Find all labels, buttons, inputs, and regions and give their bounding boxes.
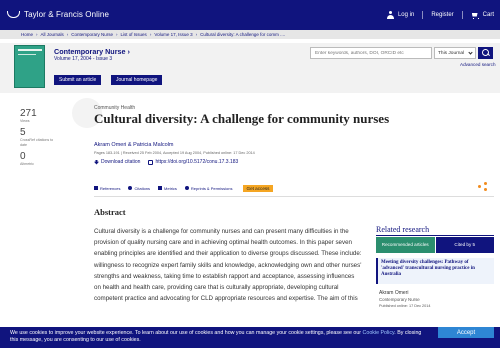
search-input[interactable] [310, 47, 432, 59]
breadcrumb-volume[interactable]: Volume 17, Issue 3 [154, 32, 192, 37]
doi-label: https://doi.org/10.5172/conu.17.3.183 [155, 159, 239, 165]
breadcrumb-home[interactable]: Home [21, 32, 33, 37]
cookie-banner: We use cookies to improve your website e… [0, 327, 500, 348]
journal-title-text: Contemporary Nurse [54, 47, 126, 56]
reprints-icon [184, 186, 189, 190]
search-scope-select[interactable]: This Journal [434, 47, 476, 59]
tab-references[interactable]: References [94, 186, 120, 191]
related-tabs: Recommended articles Cited by 5 [376, 237, 494, 253]
related-article-title[interactable]: Meeting diversity challenges: Pathway of… [381, 260, 491, 278]
breadcrumb-all-journals[interactable]: All Journals [41, 32, 64, 37]
breadcrumb-label: Home [21, 32, 34, 37]
abstract-heading: Abstract [94, 207, 126, 217]
cookie-policy-link[interactable]: Cookie Policy [363, 330, 395, 336]
divider [422, 11, 424, 19]
download-citation-link[interactable]: Download citation [94, 159, 140, 165]
journal-homepage-button[interactable]: Journal homepage [111, 75, 163, 85]
breadcrumb-label: Contemporary Nurse [71, 32, 114, 37]
related-research-heading: Related research [376, 225, 430, 234]
breadcrumb-label: All Journals [40, 32, 64, 37]
login-label: Log in [397, 12, 415, 18]
abstract-text: Cultural diversity is a challenge for co… [94, 228, 362, 303]
divider [461, 11, 463, 19]
accept-cookies-button[interactable]: Accept [438, 327, 494, 338]
tab-label: References [100, 185, 121, 191]
account-actions: Log in Register Cart [386, 11, 494, 19]
tab-label: Metrics [164, 185, 177, 191]
breadcrumb-label: List of Issues [120, 32, 147, 37]
cart-link[interactable]: Cart [471, 12, 494, 19]
register-label: Register [431, 12, 454, 18]
chevron-right-icon: › [66, 32, 69, 37]
breadcrumb-label: Volume 17, Issue 3 [154, 32, 193, 37]
cart-icon [471, 12, 479, 19]
views-count: 271 [20, 108, 37, 119]
tab-citations[interactable]: Citations [128, 186, 150, 191]
chevron-right-icon: › [149, 32, 152, 37]
related-article-details: Akram Omeri Contemporary Nurse Published… [376, 287, 494, 311]
download-citation-label: Download citation [101, 159, 141, 165]
login-link[interactable]: Log in [386, 11, 415, 19]
article-dates: Pages 183-191 | Received 25 Feb 2004, Ac… [94, 151, 255, 155]
breadcrumb: Home › All Journals › Contemporary Nurse… [0, 30, 500, 39]
taylor-francis-logo[interactable]: Taylor & Francis Online [6, 9, 109, 19]
link-icon [148, 159, 154, 165]
user-icon [386, 11, 394, 19]
breadcrumb-current: Cultural diversity: A challenge for comm… [200, 32, 285, 37]
related-article-published: Published online: 17 Dec 2014 [379, 304, 431, 308]
references-icon [94, 186, 98, 190]
views-label: Views [20, 119, 30, 123]
submit-article-button[interactable]: Submit an article [54, 75, 102, 85]
search-button[interactable] [478, 47, 493, 59]
top-header: Taylor & Francis Online Log in Register … [0, 0, 500, 30]
altmetric-count[interactable]: 0 [20, 151, 70, 162]
tab-label: Reprints & Permissions [190, 185, 233, 191]
chevron-right-icon: › [195, 32, 198, 37]
doi-link[interactable]: https://doi.org/10.5172/conu.17.3.183 [148, 159, 238, 165]
breadcrumb-journal[interactable]: Contemporary Nurse [71, 32, 113, 37]
article-links: Download citation https://doi.org/10.517… [94, 159, 238, 165]
advanced-search-link[interactable]: Advanced search [460, 62, 496, 67]
article-tabs: References Citations Metrics Reprints & … [94, 183, 474, 193]
crossref-label: CrossRef citations to date [20, 138, 54, 147]
logo-boat-icon [6, 9, 20, 19]
get-access-button[interactable]: Get access [242, 184, 274, 192]
cookie-message: We use cookies to improve your website e… [10, 330, 425, 344]
altmetric-label: Altmetric [20, 162, 34, 166]
search-scope-value: This Journal [438, 50, 465, 56]
article-authors[interactable]: Akram Omeri & Patricia Malcolm [94, 142, 173, 148]
tab-cited-by[interactable]: Cited by 5 [435, 237, 494, 253]
tab-reprints[interactable]: Reprints & Permissions [184, 185, 233, 191]
breadcrumb-label: Cultural diversity: A challenge for comm… [200, 32, 286, 37]
share-icon[interactable] [478, 182, 487, 191]
related-article-author: Akram Omeri [379, 290, 409, 296]
chevron-right-icon: › [116, 32, 118, 37]
cookie-text: We use cookies to improve your website e… [10, 330, 363, 336]
metrics-icon [158, 186, 163, 190]
tab-metrics[interactable]: Metrics [158, 186, 177, 191]
chevron-down-icon [468, 49, 473, 55]
logo-text: Taylor & Francis Online [24, 9, 109, 19]
journal-title[interactable]: Contemporary Nurse › [54, 47, 130, 56]
citations-icon [128, 186, 133, 190]
tab-label: Citations [134, 185, 151, 191]
article-metrics: 271 Views 5 CrossRef citations to date 0… [20, 108, 70, 170]
journal-volume[interactable]: Volume 17, 2004 - Issue 3 [54, 56, 112, 62]
download-icon [94, 159, 99, 165]
journal-cover-image[interactable] [14, 45, 45, 88]
cart-label: Cart [482, 12, 494, 18]
crossref-count[interactable]: 5 [20, 127, 70, 138]
article-title: Cultural diversity: A challenge for comm… [94, 111, 390, 126]
related-underline [376, 235, 494, 236]
related-article-card[interactable]: Meeting diversity challenges: Pathway of… [376, 258, 494, 284]
breadcrumb-issues[interactable]: List of Issues [121, 32, 147, 37]
chevron-right-icon: › [36, 32, 38, 37]
tab-recommended-articles[interactable]: Recommended articles [376, 237, 435, 253]
register-link[interactable]: Register [431, 12, 453, 18]
section-divider [94, 196, 494, 197]
